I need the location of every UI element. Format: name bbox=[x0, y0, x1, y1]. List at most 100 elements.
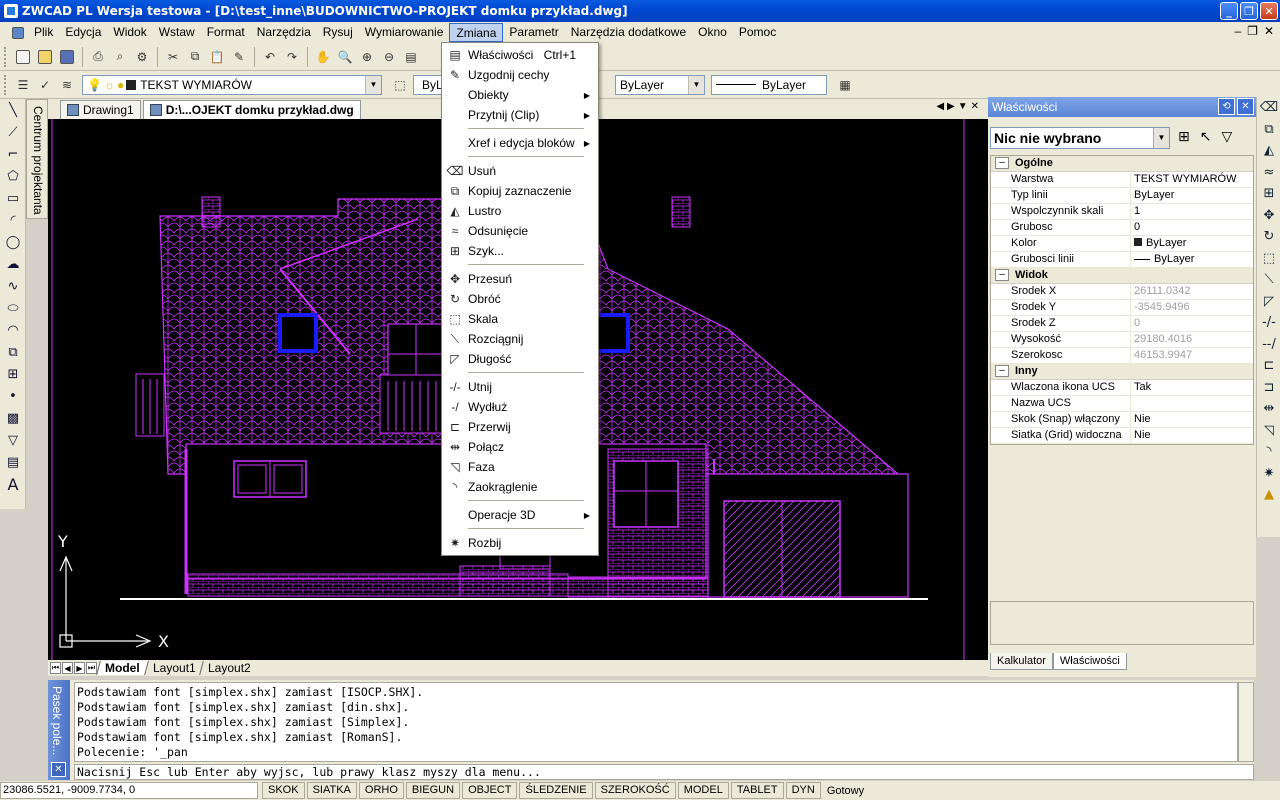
select-objects-icon[interactable]: ↖ bbox=[1200, 129, 1212, 145]
gradient-icon[interactable]: ▽ bbox=[2, 430, 24, 451]
property-row[interactable]: Srodek Y -3545.9496 bbox=[991, 300, 1253, 316]
menu-item-przytnij-clip[interactable]: Przytnij (Clip) ▶ bbox=[442, 105, 598, 125]
polyline-icon[interactable]: ⌐ bbox=[2, 144, 24, 165]
minimize-button[interactable]: _ bbox=[1220, 2, 1238, 20]
new-icon[interactable] bbox=[13, 47, 33, 67]
menu-item-obróć[interactable]: ↻ Obróć bbox=[442, 289, 598, 309]
close-icon[interactable]: ✕ bbox=[51, 762, 66, 777]
status-toggle-siatka[interactable]: SIATKA bbox=[306, 782, 357, 799]
rectangle-icon[interactable]: ▭ bbox=[2, 188, 24, 209]
text-icon[interactable]: A bbox=[2, 474, 24, 495]
menu-item-zaokrąglenie[interactable]: ◝ Zaokrąglenie bbox=[442, 477, 598, 497]
property-row[interactable]: Warstwa TEKST WYMIARÓW bbox=[991, 172, 1253, 188]
property-row[interactable]: Szerokosc 46153.9947 bbox=[991, 348, 1253, 364]
arc-icon[interactable]: ◜ bbox=[2, 210, 24, 231]
property-row[interactable]: Wysokość 29180.4016 bbox=[991, 332, 1253, 348]
chamfer-icon[interactable]: ◹ bbox=[1259, 420, 1279, 442]
menu-item-właściwości[interactable]: ▤ Właściwości Ctrl+1 bbox=[442, 45, 598, 65]
copy-icon[interactable]: ⧉ bbox=[1259, 119, 1279, 141]
menu-item-operacje-3d[interactable]: Operacje 3D ▶ bbox=[442, 505, 598, 525]
menu-rysuj[interactable]: Rysuj bbox=[317, 23, 359, 42]
tab-projekt-dwg[interactable]: D:\...OJEKT domku przykład.dwg bbox=[142, 100, 361, 119]
menu-narzedzia-dodatkowe[interactable]: Narzędzia dodatkowe bbox=[565, 23, 692, 42]
print-icon[interactable]: ⎙ bbox=[88, 47, 108, 67]
tab-drawing1[interactable]: Drawing1 bbox=[60, 100, 141, 119]
tab-kalkulator[interactable]: Kalkulator bbox=[990, 653, 1053, 670]
close-button[interactable]: ✕ bbox=[1260, 2, 1278, 20]
menu-narzedzia[interactable]: Narzędzia bbox=[251, 23, 317, 42]
insert-block-icon[interactable]: ⧉ bbox=[2, 342, 24, 363]
menu-item-usuń[interactable]: ⌫ Usuń bbox=[442, 161, 598, 181]
next-layout-icon[interactable]: ▶ bbox=[74, 662, 85, 674]
stretch-icon[interactable]: ⟍ bbox=[1259, 269, 1279, 291]
menu-okno[interactable]: Okno bbox=[692, 23, 733, 42]
collapse-icon[interactable]: – bbox=[995, 365, 1009, 377]
layer-combo[interactable]: 💡 ☼ ● TEKST WYMIARÓW ▼ bbox=[82, 74, 382, 95]
offset-icon[interactable]: ≈ bbox=[1259, 162, 1279, 184]
menu-item-lustro[interactable]: ◭ Lustro bbox=[442, 201, 598, 221]
plot-style-icon[interactable]: ▦ bbox=[835, 75, 855, 95]
paste-icon[interactable]: 📋 bbox=[207, 47, 227, 67]
property-row[interactable]: Nazwa UCS bbox=[991, 396, 1253, 412]
polygon-icon[interactable]: ⬠ bbox=[2, 166, 24, 187]
property-row[interactable]: Srodek X 26111.0342 bbox=[991, 284, 1253, 300]
xline-icon[interactable]: ⟋ bbox=[2, 122, 24, 143]
line-icon[interactable]: ╲ bbox=[2, 100, 24, 121]
hatch-icon[interactable]: ▩ bbox=[2, 408, 24, 429]
collapse-icon[interactable]: – bbox=[995, 157, 1009, 169]
property-category[interactable]: – Ogólne bbox=[991, 156, 1253, 172]
property-row[interactable]: Grubosc 0 bbox=[991, 220, 1253, 236]
paint-icon[interactable]: ▲ bbox=[1259, 484, 1279, 506]
undo-icon[interactable]: ↶ bbox=[260, 47, 280, 67]
rotate-icon[interactable]: ↻ bbox=[1259, 226, 1279, 248]
mdi-minimize-button[interactable]: – bbox=[1234, 24, 1241, 38]
menu-item-utnij[interactable]: -/- Utnij bbox=[442, 377, 598, 397]
pan-icon[interactable]: ✋ bbox=[313, 47, 333, 67]
status-toggle-object[interactable]: OBJECT bbox=[462, 782, 518, 799]
join-icon[interactable]: ⇹ bbox=[1259, 398, 1279, 420]
menu-item-przesuń[interactable]: ✥ Przesuń bbox=[442, 269, 598, 289]
spline-icon[interactable]: ∿ bbox=[2, 276, 24, 297]
status-toggle-model[interactable]: MODEL bbox=[677, 782, 729, 799]
command-input[interactable]: Nacisnij Esc lub Enter aby wyjsc, lub pr… bbox=[74, 764, 1254, 780]
redo-icon[interactable]: ↷ bbox=[282, 47, 302, 67]
menu-zmiana[interactable]: Zmiana bbox=[449, 23, 504, 42]
match-properties-icon[interactable]: ✎ bbox=[229, 47, 249, 67]
property-row[interactable]: Srodek Z0 bbox=[991, 316, 1253, 332]
status-toggle-biegun[interactable]: BIEGUN bbox=[405, 782, 461, 799]
chevron-down-icon[interactable]: ▼ bbox=[365, 75, 381, 94]
ellipse-icon[interactable]: ⬭ bbox=[2, 298, 24, 319]
menu-item-szyk[interactable]: ⊞ Szyk... bbox=[442, 241, 598, 261]
cut-icon[interactable]: ✂ bbox=[163, 47, 183, 67]
restore-button[interactable]: ❐ bbox=[1240, 2, 1258, 20]
menu-item-kopiuj-zaznaczenie[interactable]: ⧉ Kopiuj zaznaczenie bbox=[442, 181, 598, 201]
tab-layout2[interactable]: Layout2 bbox=[199, 661, 259, 675]
explode-icon[interactable]: ✷ bbox=[1259, 463, 1279, 485]
quick-select-icon[interactable]: ⊞ bbox=[1178, 129, 1190, 145]
ellipse-arc-icon[interactable]: ◠ bbox=[2, 320, 24, 341]
menu-item-obiekty[interactable]: Obiekty ▶ bbox=[442, 85, 598, 105]
property-row[interactable]: Typ linii ByLayer bbox=[991, 188, 1253, 204]
chevron-down-icon[interactable]: ▼ bbox=[1153, 128, 1169, 148]
lineweight-combo[interactable]: ByLayer bbox=[711, 74, 827, 95]
save-icon[interactable] bbox=[57, 47, 77, 67]
mdi-close-button[interactable]: ✕ bbox=[1264, 24, 1274, 38]
make-block-icon[interactable]: ⊞ bbox=[2, 364, 24, 385]
make-current-icon[interactable]: ⬚ bbox=[390, 75, 410, 95]
layer-manager-icon[interactable]: ☰ bbox=[13, 75, 33, 95]
menu-item-skala[interactable]: ⬚ Skala bbox=[442, 309, 598, 329]
tab-nav-arrows[interactable]: ◀▶▼✕ bbox=[936, 101, 982, 112]
zoom-realtime-icon[interactable]: 🔍 bbox=[335, 47, 355, 67]
lengthen-icon[interactable]: ◸ bbox=[1259, 291, 1279, 313]
erase-icon[interactable]: ⌫ bbox=[1259, 97, 1279, 119]
menu-item-rozbij[interactable]: ✷ Rozbij bbox=[442, 533, 598, 553]
first-layout-icon[interactable]: ⏮ bbox=[50, 662, 61, 674]
array-icon[interactable]: ⊞ bbox=[1259, 183, 1279, 205]
break-at-point-icon[interactable]: ⊐ bbox=[1259, 377, 1279, 399]
menu-wymiarowanie[interactable]: Wymiarowanie bbox=[359, 23, 450, 42]
property-row[interactable]: Siatka (Grid) widoczna Nie bbox=[991, 428, 1253, 444]
trim-icon[interactable]: -/- bbox=[1259, 312, 1279, 334]
close-icon[interactable]: ✕ bbox=[1237, 98, 1254, 115]
mirror-icon[interactable]: ◭ bbox=[1259, 140, 1279, 162]
tab-wlasciwosci[interactable]: Właściwości bbox=[1052, 653, 1127, 670]
